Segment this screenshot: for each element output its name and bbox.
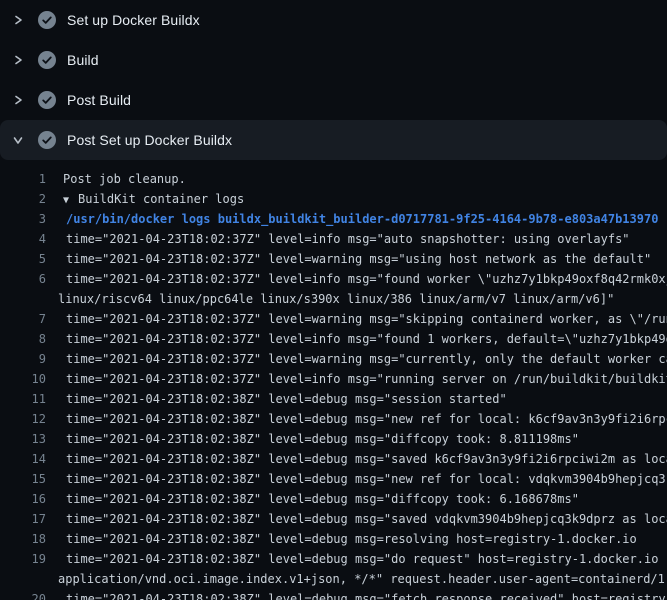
chevron-right-icon [11,53,25,67]
log-line-text: time="2021-04-23T18:02:38Z" level=debug … [66,512,667,526]
log-line-number[interactable]: 9 [0,349,46,369]
log-line: 18 time="2021-04-23T18:02:38Z" level=deb… [0,529,667,549]
log-line-number[interactable]: 10 [0,369,46,389]
log-line-text: time="2021-04-23T18:02:38Z" level=debug … [66,532,637,546]
check-circle-icon [38,11,56,29]
log-line: 12 time="2021-04-23T18:02:38Z" level=deb… [0,409,667,429]
log-line: application/vnd.oci.image.index.v1+json,… [0,569,667,589]
log-line-number[interactable]: 2 [0,189,46,209]
log-line: 13 time="2021-04-23T18:02:38Z" level=deb… [0,429,667,449]
log-line-number[interactable]: 14 [0,449,46,469]
log-line-text: Post job cleanup. [63,172,186,186]
log-line-text: time="2021-04-23T18:02:37Z" level=info m… [66,332,667,346]
step-title: Post Build [67,92,131,108]
log-line: 6 time="2021-04-23T18:02:37Z" level=info… [0,269,667,289]
log-line-text: time="2021-04-23T18:02:38Z" level=debug … [66,552,667,566]
log-line-text: time="2021-04-23T18:02:38Z" level=debug … [66,472,667,486]
log-line-text: time="2021-04-23T18:02:37Z" level=warnin… [66,352,667,366]
log-line: 11 time="2021-04-23T18:02:38Z" level=deb… [0,389,667,409]
log-line-text: time="2021-04-23T18:02:38Z" level=debug … [66,492,579,506]
step-header[interactable]: Post Set up Docker Buildx [0,120,667,160]
log-line-number[interactable] [0,569,46,589]
log-line: 2 ▼BuildKit container logs [0,189,667,209]
log-line: 16 time="2021-04-23T18:02:38Z" level=deb… [0,489,667,509]
log-line-number[interactable]: 12 [0,409,46,429]
log-line-number[interactable]: 19 [0,549,46,569]
log-line-text: time="2021-04-23T18:02:38Z" level=debug … [66,392,507,406]
step-header[interactable]: Post Build [0,80,667,120]
log-line-text: application/vnd.oci.image.index.v1+json,… [58,572,667,586]
check-circle-icon [38,91,56,109]
step-title: Build [67,52,99,68]
log-line: 19 time="2021-04-23T18:02:38Z" level=deb… [0,549,667,569]
log-line-number[interactable]: 5 [0,249,46,269]
log-line-text: time="2021-04-23T18:02:37Z" level=warnin… [66,312,667,326]
log-line-text: time="2021-04-23T18:02:37Z" level=info m… [66,232,630,246]
log-line-text: time="2021-04-23T18:02:38Z" level=debug … [66,432,579,446]
log-group-toggle-icon[interactable]: ▼ [63,191,78,209]
log-line-text: time="2021-04-23T18:02:38Z" level=debug … [66,452,667,466]
log-line: 1 Post job cleanup. [0,169,667,189]
log-line-number[interactable]: 17 [0,509,46,529]
log-line-number[interactable]: 18 [0,529,46,549]
log-line-number[interactable]: 3 [0,209,46,229]
log-line: linux/riscv64 linux/ppc64le linux/s390x … [0,289,667,309]
step-title: Post Set up Docker Buildx [67,132,232,148]
log-line-number[interactable]: 1 [0,169,46,189]
log-line-number[interactable]: 4 [0,229,46,249]
log-line: 10 time="2021-04-23T18:02:37Z" level=inf… [0,369,667,389]
log-line-text: time="2021-04-23T18:02:37Z" level=info m… [66,372,667,386]
log-line: 17 time="2021-04-23T18:02:38Z" level=deb… [0,509,667,529]
log-line-text: time="2021-04-23T18:02:37Z" level=info m… [66,272,667,286]
log-line: 8 time="2021-04-23T18:02:37Z" level=info… [0,329,667,349]
log-line-text: linux/riscv64 linux/ppc64le linux/s390x … [58,292,614,306]
log-line-text: time="2021-04-23T18:02:37Z" level=warnin… [66,252,651,266]
log-line-number[interactable]: 8 [0,329,46,349]
log-line: 3 /usr/bin/docker logs buildx_buildkit_b… [0,209,667,229]
log-line-number[interactable]: 16 [0,489,46,509]
log-line-number[interactable]: 7 [0,309,46,329]
log-viewer: 1 Post job cleanup. 2 ▼BuildKit containe… [0,169,667,600]
steps-list: Set up Docker Buildx Build [0,0,667,160]
log-line: 14 time="2021-04-23T18:02:38Z" level=deb… [0,449,667,469]
log-line-number[interactable]: 20 [0,589,46,600]
log-line: 9 time="2021-04-23T18:02:37Z" level=warn… [0,349,667,369]
log-line: 20 time="2021-04-23T18:02:38Z" level=deb… [0,589,667,600]
log-line-number[interactable]: 6 [0,269,46,289]
chevron-right-icon [11,13,25,27]
log-line: 7 time="2021-04-23T18:02:37Z" level=warn… [0,309,667,329]
log-line-number[interactable]: 11 [0,389,46,409]
log-line: 15 time="2021-04-23T18:02:38Z" level=deb… [0,469,667,489]
step-header[interactable]: Build [0,40,667,80]
log-line-number[interactable]: 15 [0,469,46,489]
chevron-down-icon [11,133,25,147]
log-line-text: /usr/bin/docker logs buildx_buildkit_bui… [66,212,658,226]
log-line: 5 time="2021-04-23T18:02:37Z" level=warn… [0,249,667,269]
log-line-text: time="2021-04-23T18:02:38Z" level=debug … [66,592,667,600]
log-line-text: time="2021-04-23T18:02:38Z" level=debug … [66,412,667,426]
step-header[interactable]: Set up Docker Buildx [0,0,667,40]
log-line-number[interactable]: 13 [0,429,46,449]
chevron-right-icon [11,93,25,107]
check-circle-icon [38,131,56,149]
log-line-text: BuildKit container logs [78,192,244,206]
check-circle-icon [38,51,56,69]
log-line: 4 time="2021-04-23T18:02:37Z" level=info… [0,229,667,249]
log-line-number[interactable] [0,289,46,309]
step-title: Set up Docker Buildx [67,12,200,28]
